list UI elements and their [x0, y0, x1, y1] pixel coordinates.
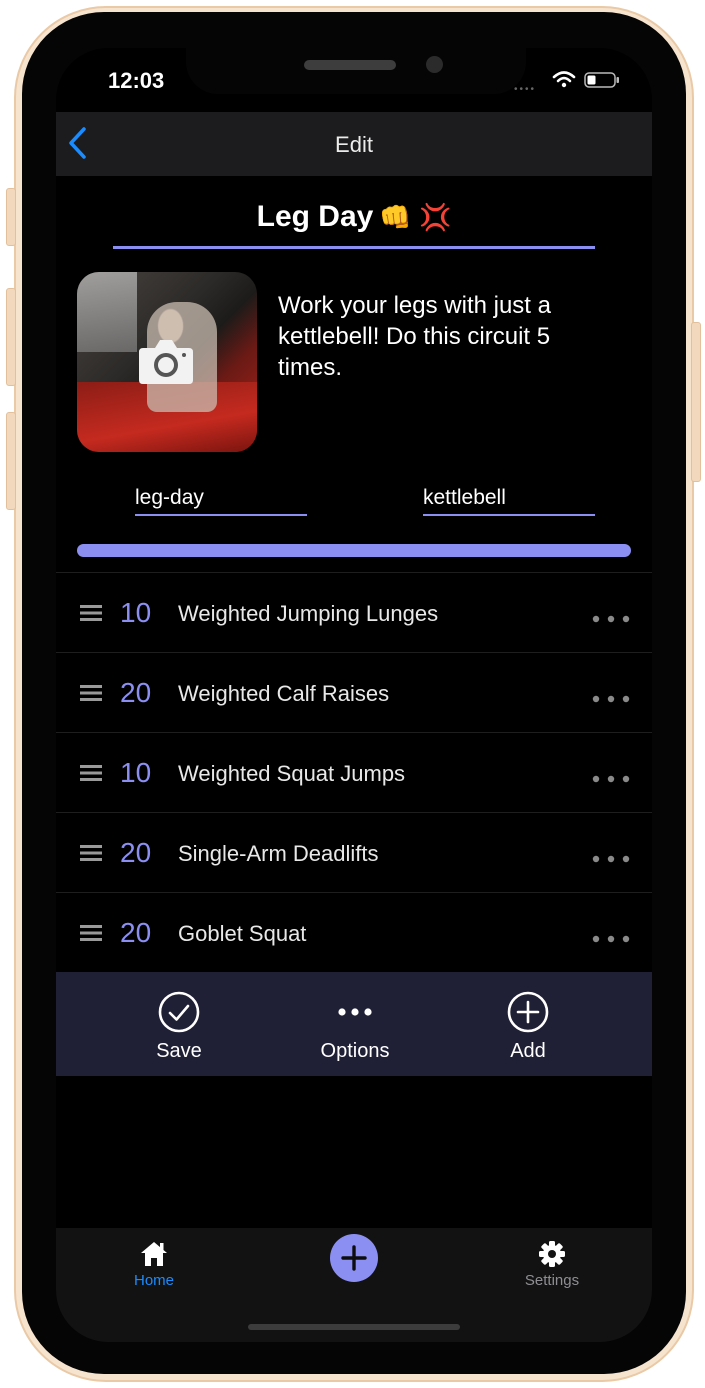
save-button[interactable]: Save	[119, 990, 239, 1063]
home-icon	[141, 1242, 167, 1266]
status-time: 12:03	[108, 68, 165, 93]
more-options-icon[interactable]	[592, 615, 630, 623]
options-label: Options	[320, 1040, 390, 1062]
add-exercise-button[interactable]: Add	[468, 990, 588, 1063]
exercise-row[interactable]: 10 Weighted Squat Jumps	[56, 732, 652, 812]
volume-down-button	[6, 412, 16, 510]
drag-handle-icon[interactable]	[80, 925, 102, 941]
workout-title: Leg Day	[256, 200, 374, 233]
camera-icon	[139, 340, 193, 384]
drag-handle-icon[interactable]	[80, 765, 102, 781]
exercise-name: Goblet Squat	[178, 921, 307, 946]
tag-input[interactable]: leg-day	[135, 486, 307, 516]
drag-handle-icon[interactable]	[80, 845, 102, 861]
rep-count: 20	[120, 837, 152, 868]
create-workout-button[interactable]	[330, 1234, 378, 1282]
tab-settings-label: Settings	[524, 1272, 580, 1289]
exercise-list: 10 Weighted Jumping Lunges 20 Weighted C…	[56, 572, 652, 972]
app-screen: 12:03 •••• Edit Leg Day 👊 💢 Work your leg…	[56, 48, 652, 1342]
workout-description[interactable]: Work your legs with just a kettlebell! D…	[278, 290, 608, 383]
title-emoji: 👊 💢	[379, 202, 452, 232]
power-button	[691, 322, 701, 482]
tab-home[interactable]: Home	[104, 1240, 204, 1289]
plus-icon	[341, 1245, 367, 1271]
exercise-name: Weighted Calf Raises	[178, 681, 390, 706]
rep-count: 20	[120, 917, 152, 948]
more-options-icon[interactable]	[592, 855, 630, 863]
workout-title-field[interactable]: Leg Day 👊 💢	[56, 200, 652, 234]
rep-count: 10	[120, 757, 152, 788]
workout-image[interactable]	[77, 272, 257, 452]
exercise-row[interactable]: 20 Weighted Calf Raises	[56, 652, 652, 732]
more-options-icon[interactable]	[592, 935, 630, 943]
home-indicator	[248, 1324, 460, 1330]
exercise-row[interactable]: 20 Single-Arm Deadlifts	[56, 812, 652, 892]
photo-window	[77, 272, 137, 352]
exercise-row[interactable]: 10 Weighted Jumping Lunges	[56, 572, 652, 652]
add-label: Add	[510, 1040, 546, 1062]
tab-settings[interactable]: Settings	[502, 1240, 602, 1289]
plus-circle-icon	[507, 991, 549, 1033]
volume-up-button	[6, 288, 16, 386]
battery-icon	[584, 72, 619, 88]
gear-icon	[539, 1241, 565, 1267]
page-title: Edit	[335, 132, 373, 157]
exercise-name: Single-Arm Deadlifts	[178, 841, 379, 866]
title-underline	[113, 246, 595, 249]
front-camera	[426, 56, 443, 73]
exercise-row[interactable]: 20 Goblet Squat	[56, 892, 652, 972]
tab-home-label: Home	[133, 1272, 174, 1289]
exercise-name: Weighted Jumping Lunges	[178, 601, 439, 626]
navigation-bar: Edit	[56, 112, 652, 176]
signal-icon: ••••	[514, 84, 537, 95]
rep-count: 20	[120, 677, 152, 708]
ellipsis-icon	[338, 1008, 372, 1016]
drag-handle-icon[interactable]	[80, 605, 102, 621]
mute-switch	[6, 188, 16, 246]
check-circle-icon	[158, 991, 200, 1033]
exercise-name: Weighted Squat Jumps	[178, 761, 406, 786]
notch	[186, 48, 526, 94]
save-label: Save	[156, 1040, 202, 1062]
speaker	[304, 60, 396, 70]
drag-handle-icon[interactable]	[80, 685, 102, 701]
more-options-icon[interactable]	[592, 775, 630, 783]
options-button[interactable]: Options	[295, 990, 415, 1063]
action-bar: Save Options Add	[56, 972, 652, 1076]
rep-count: 10	[120, 597, 152, 628]
divider-bar	[77, 544, 631, 557]
wifi-icon	[552, 71, 576, 88]
more-options-icon[interactable]	[592, 695, 630, 703]
tag-input[interactable]: kettlebell	[423, 486, 595, 516]
